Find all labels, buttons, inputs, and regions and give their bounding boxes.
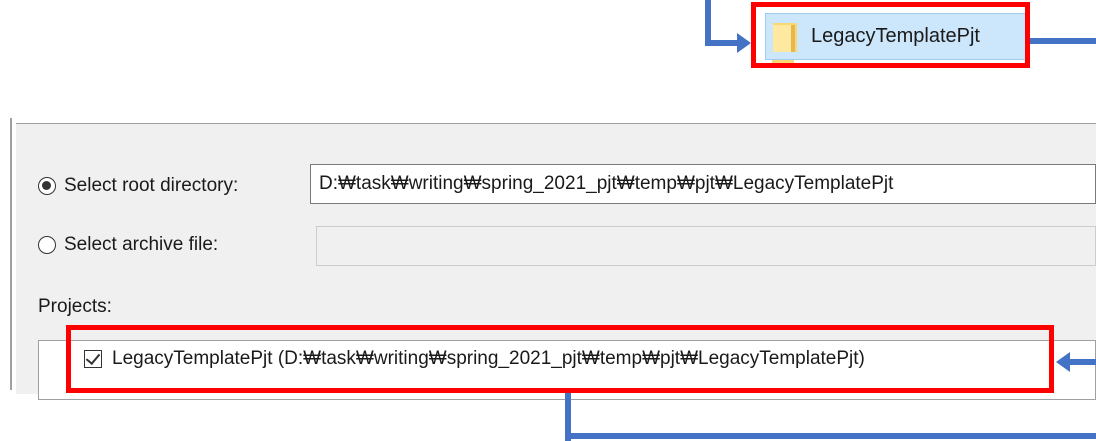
- connector-line: [1068, 359, 1096, 365]
- root-directory-radio[interactable]: [38, 177, 56, 195]
- highlight-box-project: [66, 325, 1054, 393]
- archive-file-radio[interactable]: [38, 236, 56, 254]
- archive-file-input[interactable]: [316, 226, 1096, 266]
- highlight-box-folder: [751, 2, 1030, 68]
- connector-line: [1030, 38, 1096, 44]
- arrow-right-icon: [737, 33, 751, 53]
- connector-line: [705, 40, 741, 46]
- connector-line: [565, 433, 1096, 439]
- panel-border: [10, 118, 12, 390]
- projects-label: Projects:: [38, 296, 112, 317]
- root-directory-input[interactable]: D:₩task₩writing₩spring_2021_pjt₩temp₩pjt…: [310, 164, 1096, 204]
- archive-file-label: Select archive file:: [64, 234, 219, 255]
- root-directory-label: Select root directory:: [64, 175, 239, 196]
